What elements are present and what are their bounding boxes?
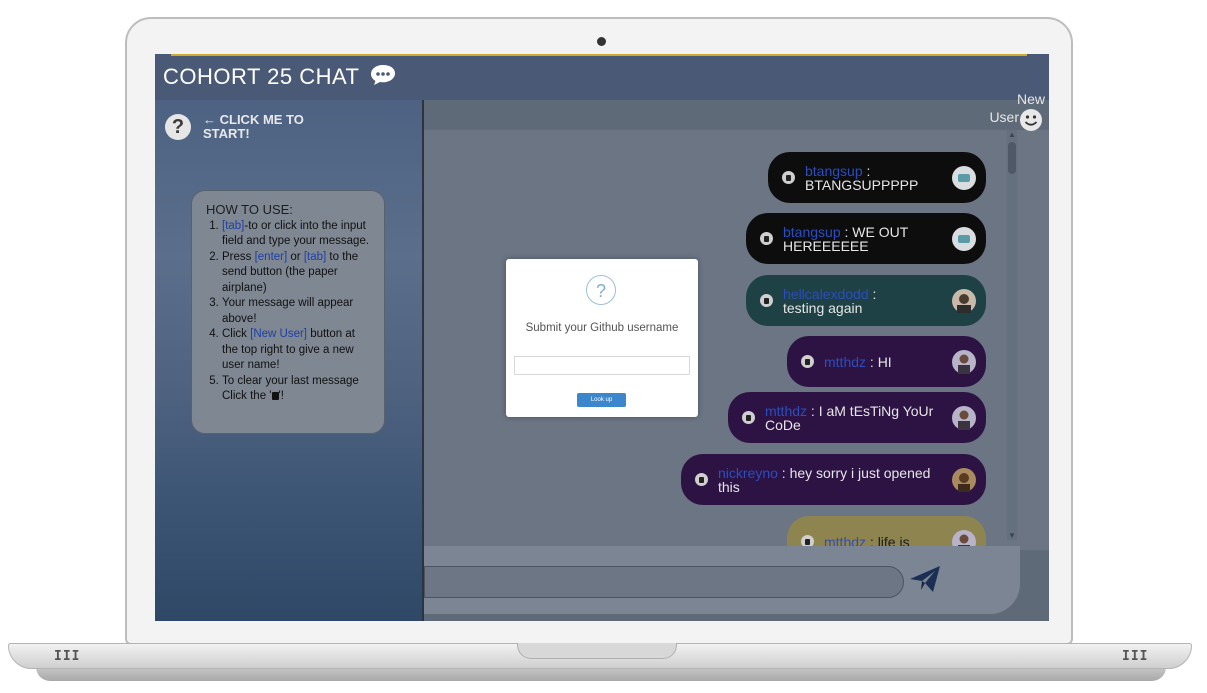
message-input[interactable]	[424, 566, 904, 598]
avatar	[952, 467, 976, 492]
header-accent-line	[171, 54, 1027, 56]
click-me-label: ← CLICK ME TO START!	[203, 112, 304, 141]
how-to-title: HOW TO USE:	[206, 202, 293, 217]
github-username-modal: ? Submit your Github username Look up	[506, 259, 698, 417]
avatar	[952, 165, 976, 190]
how-to-step: [tab]-to or click into the input field a…	[222, 219, 374, 250]
message-bubble: mtthdz : HI	[787, 336, 986, 387]
app-title-text: COHORT 25 CHAT	[163, 64, 360, 89]
message-bubble: nickreyno : hey sorry i just opened this	[681, 454, 986, 505]
vent-left: III	[54, 649, 81, 664]
avatar	[952, 349, 976, 374]
paper-airplane-icon[interactable]	[909, 564, 941, 599]
how-to-step: Click [New User] button at the top right…	[222, 327, 374, 374]
how-to-step: To clear your last message Click the ''!	[222, 374, 374, 405]
avatar	[952, 288, 976, 313]
trash-icon	[271, 392, 279, 400]
scroll-thumb[interactable]	[1008, 142, 1016, 174]
avatar	[952, 405, 976, 430]
input-panel	[424, 546, 1020, 614]
message-text: btangsup : BTANGSUPPPPP	[805, 162, 919, 193]
delete-message-button[interactable]	[801, 355, 814, 368]
app-header: COHORT 25 CHAT	[155, 54, 1049, 100]
screen: COHORT 25 CHAT ? ← CLICK ME TO START! HO…	[155, 54, 1049, 621]
chat-top-band	[424, 100, 1049, 130]
delete-message-button[interactable]	[695, 473, 708, 486]
new-user-label-line2: User	[989, 109, 1019, 125]
message-bubble: btangsup : BTANGSUPPPPP	[768, 152, 986, 203]
smiley-icon[interactable]	[1019, 108, 1043, 137]
delete-message-button[interactable]	[782, 171, 795, 184]
webcam	[597, 37, 606, 46]
message-text: mtthdz : I aM tEsTiNg YoUr CoDe	[765, 402, 934, 433]
help-icon[interactable]: ?	[165, 114, 191, 140]
avatar	[952, 226, 976, 251]
scroll-down-icon[interactable]: ▼	[1008, 531, 1016, 540]
how-to-step: Your message will appear above!	[222, 296, 374, 327]
app-title: COHORT 25 CHAT	[163, 64, 396, 92]
message-text: mtthdz : HI	[824, 353, 892, 370]
chat-scrollbar[interactable]: ▲ ▼	[1007, 130, 1017, 540]
message-text: nickreyno : hey sorry i just opened this	[718, 464, 931, 495]
message-bubble: hellcalexdodd : testing again	[746, 275, 986, 326]
message-bubble: mtthdz : I aM tEsTiNg YoUr CoDe	[728, 392, 986, 443]
how-to-steps: [tab]-to or click into the input field a…	[206, 219, 374, 405]
vent-right: III	[1122, 649, 1149, 664]
how-to-step: Press [enter] or [tab] to the send butto…	[222, 250, 374, 297]
question-icon: ?	[586, 275, 616, 305]
how-to-panel: HOW TO USE: [tab]-to or click into the i…	[191, 190, 385, 434]
sidebar: ? ← CLICK ME TO START! HOW TO USE: [tab]…	[155, 100, 424, 621]
delete-message-button[interactable]	[760, 294, 773, 307]
speech-bubble-icon	[370, 64, 396, 92]
scroll-up-icon[interactable]: ▲	[1008, 130, 1016, 139]
new-user-label-line1: New	[1016, 91, 1045, 107]
delete-message-button[interactable]	[760, 232, 773, 245]
message-bubble: btangsup : WE OUT HEREEEEEE	[746, 213, 986, 264]
delete-message-button[interactable]	[742, 411, 755, 424]
look-up-button[interactable]: Look up	[577, 393, 626, 407]
message-text: hellcalexdodd : testing again	[783, 285, 877, 316]
laptop-notch	[517, 643, 677, 659]
modal-title: Submit your Github username	[525, 322, 679, 334]
message-text: btangsup : WE OUT HEREEEEEE	[783, 223, 909, 254]
laptop-base-shadow	[36, 667, 1166, 681]
github-username-input[interactable]	[514, 356, 690, 375]
